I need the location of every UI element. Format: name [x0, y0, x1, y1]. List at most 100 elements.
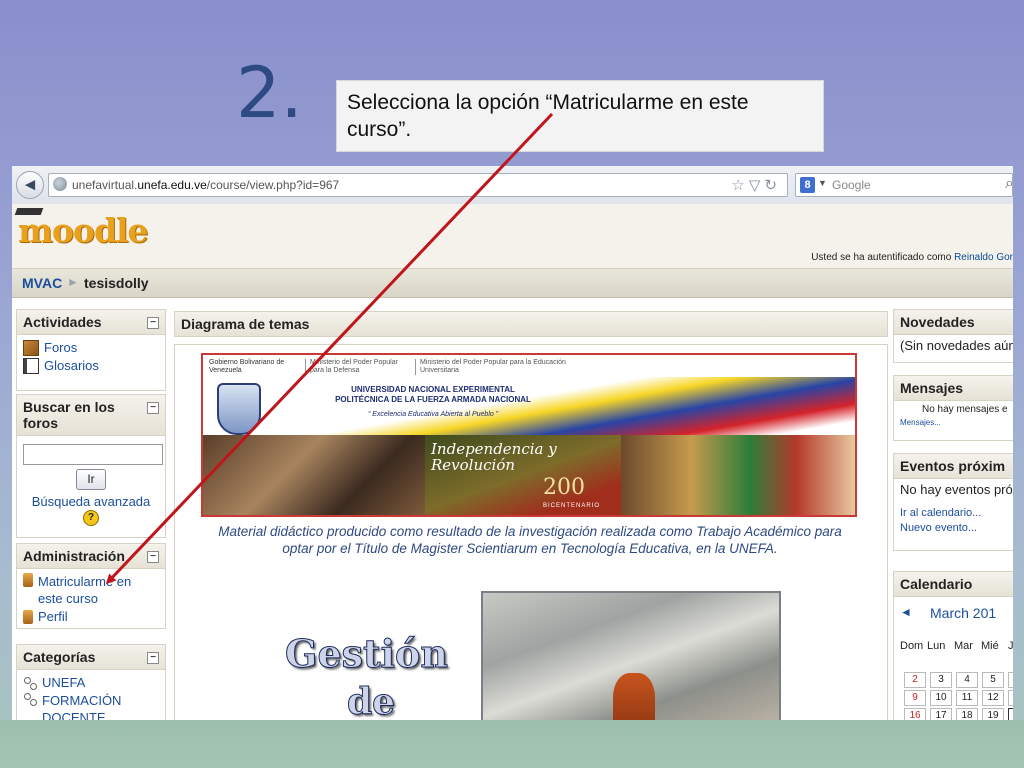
- block-categorias: Categorías − UNEFA FORMACIÓN DOCENTE: [16, 644, 166, 720]
- calendar-day[interactable]: 17: [930, 708, 952, 720]
- block-body: Ir Búsqueda avanzada ?: [17, 436, 165, 530]
- messages-empty-text: No hay mensajes e: [922, 404, 1008, 415]
- advanced-search-link[interactable]: Búsqueda avanzada: [23, 494, 159, 509]
- calendar-day[interactable]: 12: [982, 690, 1004, 706]
- search-bar[interactable]: 8 ▼ Google ⌕: [795, 173, 1013, 197]
- block-title: Eventos próxim: [894, 454, 1013, 479]
- activity-glosarios-label: Glosarios: [44, 358, 99, 373]
- block-novedades: Novedades (Sin novedades aún: [893, 309, 1013, 363]
- calendar-day[interactable]: 2: [904, 672, 926, 688]
- calendar-weekdays: Dom Lun Mar Mié J: [900, 640, 1013, 652]
- course-description: Material didáctico producido como result…: [218, 524, 842, 556]
- search-engine-dropdown-icon[interactable]: ▼: [818, 178, 827, 188]
- profile-link[interactable]: Perfil: [23, 608, 159, 625]
- activity-foros[interactable]: Foros: [23, 339, 159, 356]
- calendar-day-today[interactable]: [1008, 708, 1013, 720]
- block-title: Administración −: [17, 544, 165, 569]
- help-icon[interactable]: ?: [83, 510, 99, 526]
- calendar-nav: ◄ March 201: [900, 603, 1013, 625]
- calendar-month[interactable]: March 201: [930, 605, 996, 621]
- globe-icon: [53, 177, 67, 191]
- calendar-day[interactable]: 16: [904, 708, 926, 720]
- block-title-text: Categorías: [23, 649, 96, 665]
- block-calendario: Calendario ◄ March 201 Dom Lun Mar Mié J 2 3…: [893, 571, 1013, 720]
- enrol-me-link[interactable]: Matricularme en este curso: [23, 573, 159, 607]
- university-motto: “ Excelencia Educativa Abierta al Pueblo…: [367, 411, 499, 418]
- calendar-day[interactable]: 3: [930, 672, 952, 688]
- collapse-icon[interactable]: −: [147, 551, 159, 563]
- calendar-day[interactable]: 18: [956, 708, 978, 720]
- calendar-day[interactable]: [1008, 672, 1013, 688]
- profile-label: Perfil: [38, 609, 68, 624]
- forum-search-input[interactable]: [23, 444, 163, 465]
- reload-icon[interactable]: ↻: [764, 177, 781, 194]
- new-event-link[interactable]: Nuevo evento...: [900, 521, 1013, 536]
- banner-flag-band: UNIVERSIDAD NACIONAL EXPERIMENTAL POLITÉ…: [203, 377, 855, 435]
- news-empty-text: (Sin novedades aún: [900, 338, 1013, 353]
- government-strip: Gobierno Bolivariano de Venezuela Minist…: [203, 355, 855, 378]
- collapse-icon[interactable]: −: [147, 317, 159, 329]
- slide-footer-band: [0, 720, 1024, 768]
- forum-icon: [23, 339, 39, 356]
- instruction-callout: Selecciona la opción “Matricularme en es…: [336, 80, 824, 152]
- moodle-logo[interactable]: moodle: [18, 211, 149, 250]
- login-user-link[interactable]: Reinaldo Gor: [954, 252, 1013, 263]
- step-number: 2.: [236, 52, 303, 134]
- profile-icon: [23, 609, 33, 624]
- block-title: Calendario: [894, 572, 1013, 597]
- breadcrumb-root[interactable]: MVAC: [22, 275, 62, 291]
- calendar-day[interactable]: 10: [930, 690, 952, 706]
- address-bar[interactable]: unefavirtual.unefa.edu.ve/course/view.ph…: [48, 173, 788, 197]
- course-image: [481, 591, 781, 720]
- category-label: UNEFA: [42, 675, 86, 690]
- previous-month-icon[interactable]: ◄: [900, 605, 912, 619]
- calendar-day[interactable]: 19: [982, 708, 1004, 720]
- search-placeholder: Google: [832, 178, 871, 192]
- block-actividades: Actividades − Foros Glosarios: [16, 309, 166, 391]
- block-title: Buscar en los foros −: [17, 395, 165, 436]
- glossary-icon: [23, 357, 39, 374]
- activity-foros-label: Foros: [44, 340, 78, 355]
- search-engine-icon[interactable]: 8: [800, 177, 815, 193]
- block-title: Novedades: [894, 310, 1013, 335]
- breadcrumb: MVAC ► tesisdolly: [12, 269, 1013, 298]
- category-formacion-docente[interactable]: FORMACIÓN DOCENTE: [23, 692, 159, 720]
- back-arrow-icon: ◄: [21, 175, 39, 194]
- calendar-day[interactable]: 5: [982, 672, 1004, 688]
- course-summary: Gobierno Bolivariano de Venezuela Minist…: [174, 344, 888, 720]
- block-buscar-foros: Buscar en los foros − Ir Búsqueda avanzad…: [16, 394, 166, 538]
- bicentennial-label: BICENTENARIO: [543, 503, 601, 509]
- search-icon[interactable]: ⌕: [1005, 175, 1013, 193]
- block-title: Categorías −: [17, 645, 165, 670]
- bookmark-star-icon[interactable]: ☆: [731, 177, 748, 194]
- history-dropdown-icon[interactable]: ▽: [749, 177, 765, 194]
- calendar-day[interactable]: 4: [956, 672, 978, 688]
- university-banner: Gobierno Bolivariano de Venezuela Minist…: [201, 353, 857, 517]
- banner-photo-students: [203, 435, 425, 515]
- title-art-gestion: Gestión: [285, 631, 449, 676]
- weekday-label: Mar: [954, 640, 973, 652]
- messages-link[interactable]: Mensajes...: [894, 418, 1013, 427]
- bicentennial-number: 200: [543, 475, 585, 500]
- banner-campaign: Independencia y Revolución 200 BICENTENA…: [425, 435, 621, 515]
- calendar-day[interactable]: 9: [904, 690, 926, 706]
- category-unefa[interactable]: UNEFA: [23, 674, 159, 691]
- calendar-day[interactable]: 11: [956, 690, 978, 706]
- collapse-icon[interactable]: −: [147, 402, 159, 414]
- forum-search-button[interactable]: Ir: [76, 469, 106, 490]
- block-mensajes: Mensajes No hay mensajes e Mensajes...: [893, 375, 1013, 441]
- title-art-de: de: [346, 681, 396, 721]
- block-body: UNEFA FORMACIÓN DOCENTE: [17, 670, 165, 720]
- category-icon: [23, 676, 37, 690]
- back-button[interactable]: ◄: [16, 171, 44, 199]
- block-title: Actividades −: [17, 310, 165, 335]
- go-to-calendar-link[interactable]: Ir al calendario...: [900, 506, 1013, 521]
- block-administracion: Administración − Matricularme en este cur…: [16, 543, 166, 629]
- enrol-icon: [23, 573, 33, 587]
- url-host-prefix: unefavirtual.: [72, 178, 138, 192]
- activity-glosarios[interactable]: Glosarios: [23, 357, 159, 374]
- collapse-icon[interactable]: −: [147, 652, 159, 664]
- login-text: Usted se ha autentificado como: [811, 252, 952, 263]
- moodle-header: moodle Usted se ha autentificado como Re…: [12, 204, 1013, 269]
- calendar-day[interactable]: [1008, 690, 1013, 706]
